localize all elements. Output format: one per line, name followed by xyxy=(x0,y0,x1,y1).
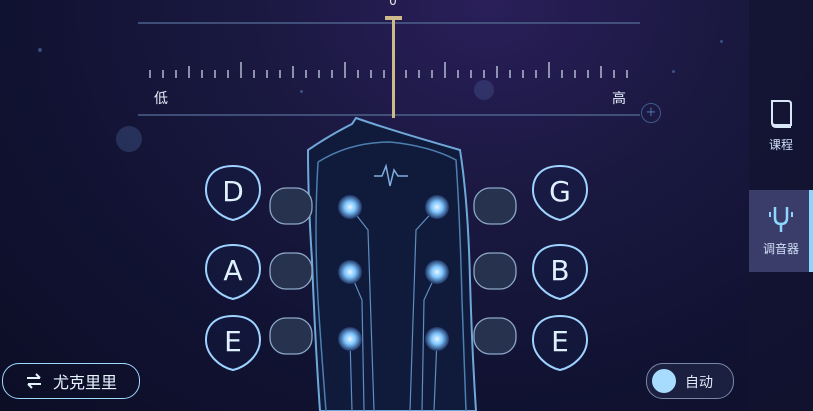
auto-label: 自动 xyxy=(685,375,713,391)
string-note-label: E xyxy=(551,325,569,358)
swap-icon xyxy=(26,373,41,389)
string-note-label: G xyxy=(549,175,571,208)
string-A-button[interactable]: A xyxy=(204,242,262,300)
toggle-knob xyxy=(652,369,676,393)
book-icon xyxy=(771,100,792,128)
sidebar-item-label: 课程 xyxy=(768,138,793,152)
instrument-label: 尤克里里 xyxy=(52,373,117,392)
auto-toggle[interactable]: 自动 xyxy=(646,363,734,399)
string-note-label: A xyxy=(223,254,243,287)
string-E-high-button[interactable]: E xyxy=(531,313,589,371)
string-B-button[interactable]: B xyxy=(531,242,589,300)
sidebar: 课程 调音器 xyxy=(749,0,813,411)
sidebar-item-tuner[interactable]: 调音器 xyxy=(749,190,813,272)
string-D-button[interactable]: D xyxy=(204,163,262,221)
sidebar-item-course[interactable]: 课程 xyxy=(749,98,813,158)
string-note-label: B xyxy=(550,254,570,287)
guitar-headstock xyxy=(269,116,517,411)
string-G-button[interactable]: G xyxy=(531,163,589,221)
string-note-label: E xyxy=(224,325,242,358)
instrument-switch-button[interactable]: 尤克里里 xyxy=(2,363,140,399)
tuning-fork-icon xyxy=(769,207,793,232)
string-E-low-button[interactable]: E xyxy=(204,313,262,371)
string-note-label: D xyxy=(222,175,244,208)
sidebar-item-label: 调音器 xyxy=(762,242,799,256)
tuner-app: 低 高 0 + D A E G B E 课程 调音器 尤克里里 自动 xyxy=(0,0,813,411)
